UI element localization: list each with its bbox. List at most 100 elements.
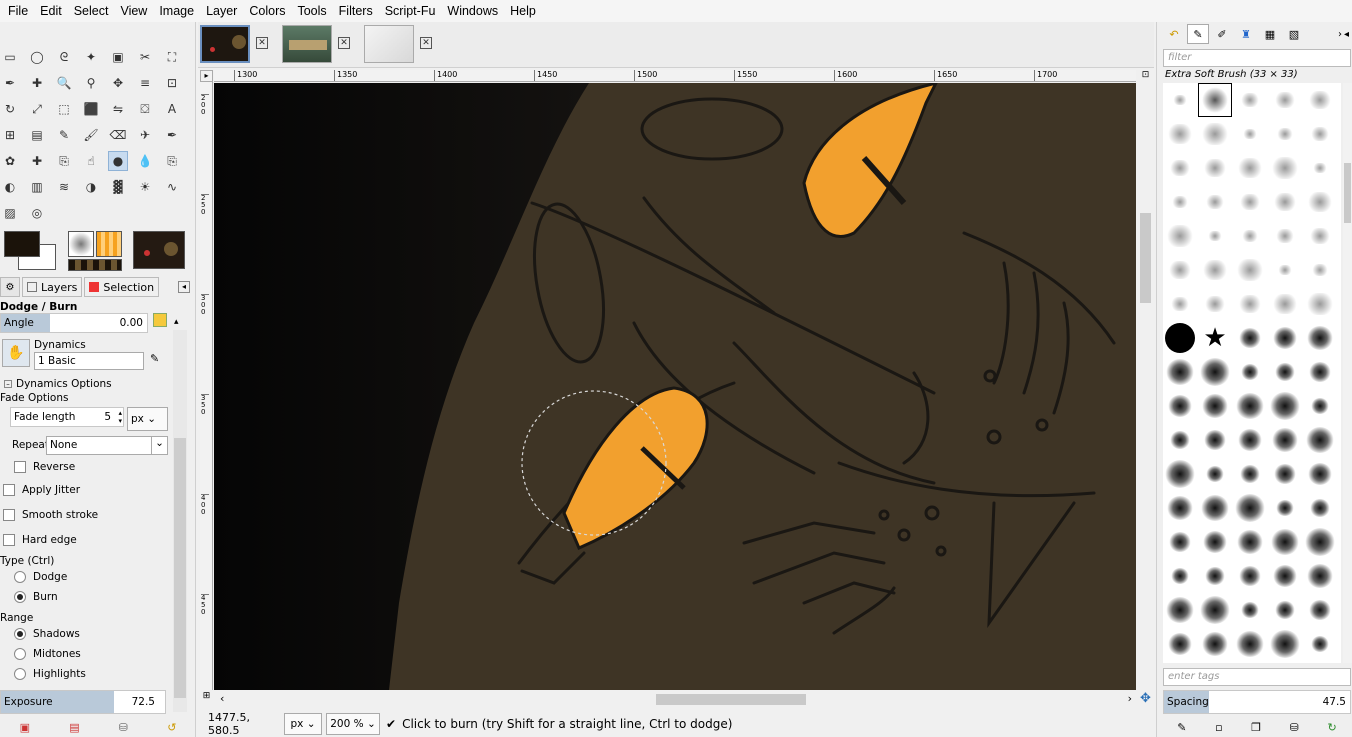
brush-item[interactable] — [1198, 219, 1232, 253]
brush-tags-input[interactable]: enter tags — [1163, 668, 1351, 686]
brush-item[interactable] — [1163, 321, 1197, 355]
image-tab-2[interactable] — [282, 25, 332, 63]
flip-icon[interactable]: ⇋ — [108, 99, 128, 119]
brush-item[interactable] — [1303, 185, 1337, 219]
brush-scrollbar[interactable] — [1343, 83, 1352, 663]
zoom-select[interactable]: 200 % ⌄ — [326, 712, 380, 735]
brush-item[interactable] — [1268, 151, 1302, 185]
menu-colors[interactable]: Colors — [243, 4, 291, 18]
brushes-tab-icon[interactable]: ✎ — [1187, 24, 1209, 44]
brush-item[interactable] — [1268, 253, 1302, 287]
reset-icon[interactable] — [153, 313, 167, 327]
menu-windows[interactable]: Windows — [441, 4, 504, 18]
edit-dynamics-icon[interactable]: ✎ — [150, 352, 166, 368]
brush-item[interactable] — [1268, 117, 1302, 151]
smudge-icon[interactable]: ☝ — [81, 151, 101, 171]
navigation-icon[interactable]: ✥ — [1137, 691, 1154, 708]
clone-icon[interactable]: ⎘ — [54, 151, 74, 171]
options-scrollbar[interactable] — [173, 330, 187, 712]
brush-item[interactable] — [1163, 593, 1197, 627]
brush-item[interactable] — [1198, 83, 1232, 117]
brush-item[interactable] — [1198, 117, 1232, 151]
brush-item[interactable] — [1198, 287, 1232, 321]
unified-transform-icon[interactable]: ⊞ — [0, 125, 20, 145]
brush-item[interactable] — [1233, 83, 1267, 117]
brush-item[interactable] — [1233, 287, 1267, 321]
brush-item[interactable] — [1268, 491, 1302, 525]
image-canvas[interactable] — [214, 83, 1136, 690]
brush-item[interactable] — [1268, 525, 1302, 559]
menu-tools[interactable]: Tools — [291, 4, 332, 18]
brush-item[interactable] — [1268, 219, 1302, 253]
brush-item[interactable] — [1233, 627, 1267, 661]
align-icon[interactable]: ≡ — [135, 73, 155, 93]
brush-item[interactable] — [1268, 559, 1302, 593]
zoom-fit-icon[interactable]: ⊡ — [1137, 70, 1154, 82]
menu-select[interactable]: Select — [68, 4, 115, 18]
scissors-icon[interactable]: ✂ — [135, 47, 155, 67]
zoom-icon[interactable]: 🔍 — [54, 73, 74, 93]
blend-icon[interactable]: ▤ — [27, 125, 47, 145]
brush-item[interactable] — [1163, 117, 1197, 151]
foreground-color-front[interactable] — [4, 231, 40, 257]
undo-history-icon[interactable]: ↶ — [1163, 24, 1185, 44]
brush-item[interactable] — [1303, 525, 1337, 559]
spacing-slider[interactable]: Spacing 47.5 — [1163, 690, 1351, 714]
tab-selection[interactable]: Selection — [84, 277, 160, 297]
refresh-brushes-icon[interactable]: ↻ — [1327, 721, 1336, 734]
brush-item[interactable] — [1198, 559, 1232, 593]
airbrush-icon[interactable]: ✈ — [135, 125, 155, 145]
brush-item[interactable] — [1233, 389, 1267, 423]
range-highlights-radio[interactable]: Highlights — [14, 668, 86, 680]
image-tab-1[interactable] — [200, 25, 250, 63]
perspective-icon[interactable]: ⬛ — [81, 99, 101, 119]
brush-item[interactable] — [1198, 423, 1232, 457]
menu-edit[interactable]: Edit — [34, 4, 68, 18]
brush-item[interactable] — [1198, 593, 1232, 627]
scale-icon[interactable]: ⤢ — [27, 99, 47, 119]
brush-item[interactable] — [1268, 83, 1302, 117]
images-icon[interactable]: ▧ — [1283, 24, 1305, 44]
brush-item[interactable]: ★ — [1198, 321, 1232, 355]
brush-item[interactable] — [1198, 253, 1232, 287]
reset-options-icon[interactable]: ↺ — [167, 721, 176, 734]
brush-item[interactable] — [1163, 151, 1197, 185]
spiral-icon[interactable]: ◎ — [27, 203, 47, 223]
paintbrush-icon[interactable]: 🖌 — [81, 125, 101, 145]
dynamics-icon[interactable]: ✋ — [2, 339, 30, 367]
brush-item[interactable] — [1303, 355, 1337, 389]
warp-icon[interactable]: ∿ — [162, 177, 182, 197]
reverse-checkbox[interactable]: Reverse — [14, 461, 75, 473]
apply-jitter-checkbox[interactable]: Apply Jitter — [3, 484, 80, 496]
brush-item[interactable] — [1233, 491, 1267, 525]
brush-item[interactable] — [1163, 287, 1197, 321]
brush-item[interactable] — [1268, 185, 1302, 219]
text-icon[interactable]: A — [162, 99, 182, 119]
brush-item[interactable] — [1163, 627, 1197, 661]
brush-item[interactable] — [1233, 321, 1267, 355]
brush-item[interactable] — [1268, 457, 1302, 491]
stepper-icon[interactable]: ▴ ▾ — [118, 409, 122, 425]
type-burn-radio[interactable]: Burn — [14, 591, 58, 603]
unit-select[interactable]: px ⌄ — [284, 712, 322, 735]
dynamics-field[interactable]: 1 Basic — [34, 352, 144, 370]
dock-menu-icon[interactable]: ◂ — [178, 281, 190, 293]
curves-icon[interactable]: ≋ — [54, 177, 74, 197]
brush-item[interactable] — [1233, 117, 1267, 151]
bucket-fill-icon[interactable]: ▨ — [0, 203, 20, 223]
brush-item[interactable] — [1303, 287, 1337, 321]
delete-brush-icon[interactable]: ⛁ — [1290, 721, 1299, 734]
brush-item[interactable] — [1163, 219, 1197, 253]
threshold-icon[interactable]: ▓ — [108, 177, 128, 197]
range-shadows-radio[interactable]: Shadows — [14, 628, 80, 640]
brush-item[interactable] — [1163, 423, 1197, 457]
brush-item[interactable] — [1163, 355, 1197, 389]
brush-item[interactable] — [1233, 525, 1267, 559]
brush-item[interactable] — [1163, 525, 1197, 559]
brush-item[interactable] — [1233, 593, 1267, 627]
delete-options-icon[interactable]: ⛁ — [119, 721, 128, 734]
brush-item[interactable] — [1268, 321, 1302, 355]
dodge-burn-icon[interactable]: ● — [108, 151, 128, 171]
brush-item[interactable] — [1198, 491, 1232, 525]
brush-item[interactable] — [1198, 151, 1232, 185]
